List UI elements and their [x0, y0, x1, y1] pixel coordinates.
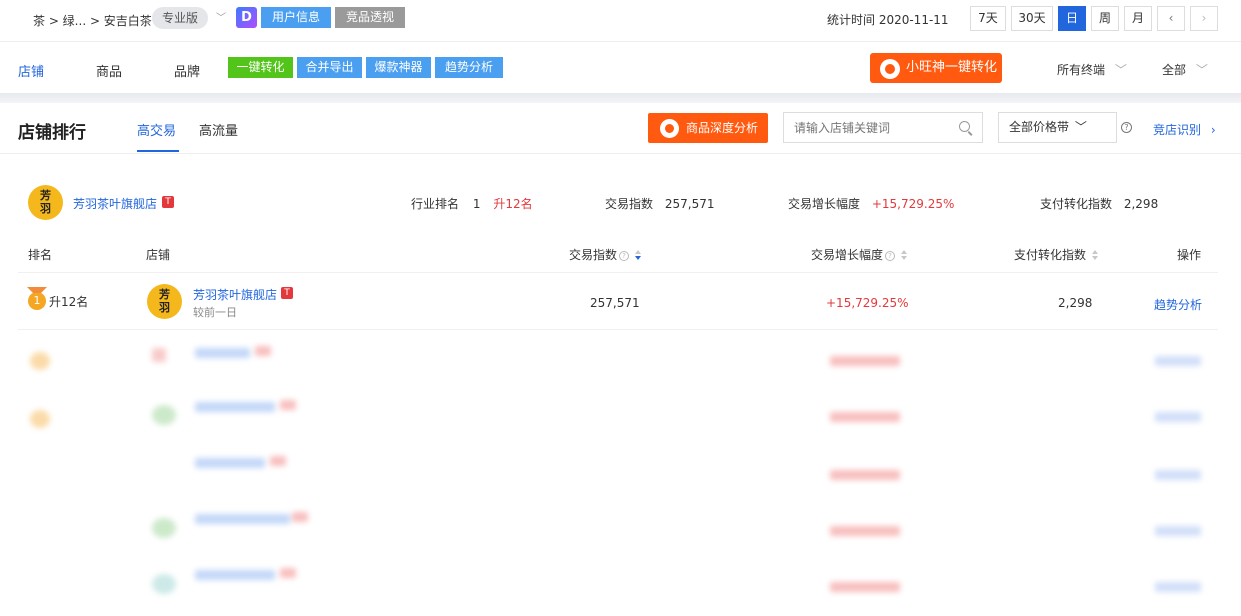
period-week-button[interactable]: 周 — [1091, 6, 1119, 31]
trade-index-summary: 交易指数 257,571 — [605, 195, 714, 212]
industry-rank: 行业排名 1 升12名 — [411, 195, 533, 212]
pay-conversion-label: 支付转化指数 — [1040, 197, 1113, 211]
col-header-trade-index-label: 交易指数 — [569, 248, 618, 262]
edition-badge[interactable]: 专业版 — [152, 7, 208, 29]
tab-shop[interactable]: 店铺 — [18, 61, 44, 80]
col-header-trade-index[interactable]: 交易指数? — [569, 246, 642, 263]
industry-rank-change: 升12名 — [493, 197, 533, 211]
shop-logo-char: 羽 — [40, 202, 51, 215]
scope-filter-label: 全部 — [1162, 63, 1187, 77]
pay-conversion-summary: 支付转化指数 2,298 — [1040, 195, 1158, 212]
tmall-badge-icon: T — [162, 196, 174, 208]
row-pay-conversion: 2,298 — [1058, 296, 1093, 310]
chevron-down-icon: ﹀ — [1195, 63, 1208, 77]
shop-logo: 芳 羽 — [28, 185, 63, 220]
col-header-shop: 店铺 — [146, 248, 171, 262]
industry-rank-value: 1 — [472, 197, 481, 211]
top-bar: 茶 > 绿... > 安吉白茶 专业版 ﹀ D 用户信息 竞品透视 统计时间 2… — [0, 0, 1241, 42]
row-divider — [18, 272, 1218, 273]
period-day-button[interactable]: 日 — [1058, 6, 1086, 31]
trend-analysis-button[interactable]: 趋势分析 — [435, 57, 503, 78]
sort-icon[interactable] — [635, 249, 642, 262]
info-icon[interactable]: ? — [885, 250, 896, 261]
col-header-trade-growth[interactable]: 交易增长幅度? — [811, 246, 908, 263]
col-header-rank: 排名 — [28, 248, 53, 262]
price-band-select[interactable]: 全部价格带 ﹀ — [998, 112, 1117, 143]
row-trade-growth: +15,729.25% — [826, 296, 909, 310]
tmall-badge-icon: T — [281, 287, 293, 299]
compare-note: 较前一日 — [193, 306, 237, 319]
one-click-convert-button[interactable]: 一键转化 — [228, 57, 293, 78]
tab-brand[interactable]: 品牌 — [174, 61, 200, 80]
trade-growth-label: 交易增长幅度 — [788, 197, 861, 211]
sort-icon[interactable] — [901, 249, 908, 262]
search-icon[interactable] — [959, 121, 970, 132]
summary-shop-name[interactable]: 芳羽茶叶旗舰店 — [73, 195, 157, 212]
shop-search-input[interactable] — [783, 112, 983, 143]
trade-growth-summary: 交易增长幅度 +15,729.25% — [788, 195, 954, 212]
row-shop-name[interactable]: 芳羽茶叶旗舰店 — [193, 286, 277, 303]
help-icon[interactable]: ? — [1121, 122, 1132, 133]
trade-index-label: 交易指数 — [605, 197, 654, 211]
shop-logo-char: 芳 — [40, 189, 51, 202]
col-header-pay-conversion[interactable]: 支付转化指数 — [1014, 246, 1099, 263]
scope-filter[interactable]: 全部 ﹀ — [1162, 61, 1208, 78]
competitor-identify-link[interactable]: 竞店识别 › — [1153, 121, 1216, 138]
xiaowang-icon — [880, 59, 900, 79]
col-header-trade-growth-label: 交易增长幅度 — [811, 248, 884, 262]
pay-conversion-value: 2,298 — [1123, 197, 1159, 211]
chevron-down-icon: ﹀ — [1114, 63, 1127, 77]
period-7d-button[interactable]: 7天 — [970, 6, 1006, 31]
period-month-button[interactable]: 月 — [1124, 6, 1152, 31]
tab-high-trade[interactable]: 高交易 — [137, 120, 176, 139]
rank-change: 升12名 — [49, 295, 89, 309]
terminal-filter[interactable]: 所有终端 ﹀ — [1057, 61, 1127, 78]
section-title: 店铺排行 — [18, 123, 86, 143]
prev-date-icon[interactable]: ‹ — [1157, 6, 1185, 31]
sort-icon[interactable] — [1092, 249, 1099, 262]
shop-logo-char: 芳 — [159, 288, 170, 301]
shop-logo: 芳 羽 — [147, 284, 182, 319]
period-30d-button[interactable]: 30天 — [1011, 6, 1053, 31]
chevron-right-icon: › — [1210, 123, 1216, 137]
competitor-insight-button[interactable]: 竞品透视 — [335, 7, 405, 28]
breadcrumb[interactable]: 茶 > 绿... > 安吉白茶 — [33, 12, 152, 29]
shop-logo-char: 羽 — [159, 301, 170, 314]
deep-analysis-icon — [660, 119, 679, 138]
industry-rank-label: 行业排名 — [411, 197, 460, 211]
trade-index-value: 257,571 — [664, 197, 715, 211]
next-date-icon[interactable]: › — [1190, 6, 1218, 31]
brand-d-logo-icon: D — [236, 7, 257, 28]
tab-product[interactable]: 商品 — [96, 61, 122, 80]
merge-export-button[interactable]: 合并导出 — [297, 57, 362, 78]
col-header-action: 操作 — [1177, 248, 1202, 262]
user-info-button[interactable]: 用户信息 — [261, 7, 331, 28]
active-tab-underline — [137, 150, 179, 152]
col-header-pay-conversion-label: 支付转化指数 — [1014, 248, 1087, 262]
chevron-down-icon: ﹀ — [1074, 120, 1087, 134]
rank-medal-icon: 1 — [28, 292, 46, 310]
hot-item-tool-button[interactable]: 爆款神器 — [366, 57, 431, 78]
trade-growth-value: +15,729.25% — [871, 197, 955, 211]
info-icon[interactable]: ? — [619, 250, 630, 261]
header-divider — [0, 153, 1241, 154]
price-band-label: 全部价格带 — [1009, 120, 1070, 134]
chevron-down-icon[interactable]: ﹀ — [216, 9, 226, 24]
competitor-identify-label: 竞店识别 — [1153, 123, 1202, 137]
blurred-rows — [0, 330, 1241, 616]
tab-high-traffic[interactable]: 高流量 — [199, 120, 238, 139]
stat-time: 统计时间 2020-11-11 — [827, 13, 949, 27]
nav-row: 店铺 商品 品牌 一键转化 合并导出 爆款神器 趋势分析 小旺神一键转化 所有终… — [0, 43, 1241, 93]
row-trend-analysis-link[interactable]: 趋势分析 — [1154, 296, 1202, 313]
terminal-filter-label: 所有终端 — [1057, 63, 1106, 77]
section-separator — [0, 93, 1241, 103]
row-trade-index: 257,571 — [590, 296, 640, 310]
